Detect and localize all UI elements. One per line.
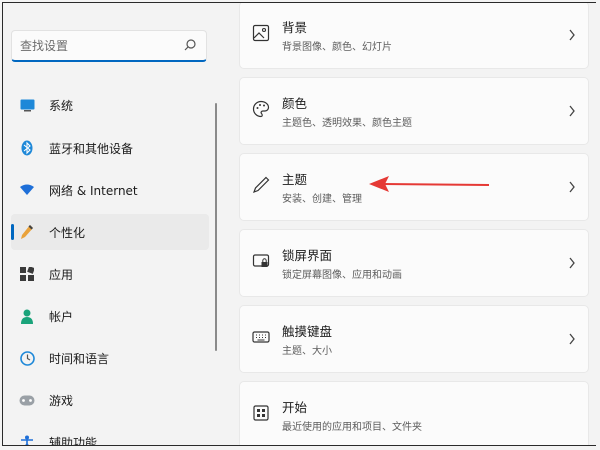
sidebar-item-label: 网络 & Internet: [49, 183, 138, 198]
card-subtitle: 主题色、透明效果、颜色主题: [282, 118, 412, 129]
card-subtitle: 主题、大小: [282, 346, 332, 357]
settings-window: 系统 蓝牙和其他设备 网络 & Internet 个性化 应用 帐户 时间和语言…: [2, 2, 596, 446]
annotation-arrow-icon: [369, 176, 490, 192]
card-title: 背景: [282, 20, 308, 35]
sidebar-item-system[interactable]: 系统: [11, 87, 209, 123]
sidebar-item-gaming[interactable]: 游戏: [11, 382, 209, 418]
wifi-icon: [20, 184, 34, 195]
sidebar-item-label: 游戏: [49, 393, 74, 408]
search-icon[interactable]: [183, 38, 197, 52]
sidebar-item-apps[interactable]: 应用: [11, 256, 209, 292]
card-subtitle: 锁定屏幕图像、应用和动画: [282, 270, 402, 281]
chevron-right-icon: [569, 181, 575, 193]
card-subtitle: 最近使用的应用和项目、文件夹: [282, 422, 422, 433]
card-colors[interactable]: 颜色 主题色、透明效果、颜色主题: [239, 77, 589, 145]
card-lock-screen[interactable]: 锁屏界面 锁定屏幕图像、应用和动画: [239, 229, 589, 297]
card-touch-keyboard[interactable]: 触摸键盘 主题、大小: [239, 305, 589, 373]
chevron-right-icon: [569, 333, 575, 345]
sidebar-item-label: 系统: [49, 98, 74, 113]
accessibility-icon: [21, 435, 33, 445]
keyboard-icon: [252, 331, 270, 343]
globe-clock-icon: [19, 350, 35, 366]
sidebar-item-personalization[interactable]: 个性化: [11, 214, 209, 250]
card-subtitle: 背景图像、颜色、幻灯片: [282, 42, 392, 53]
card-title: 锁屏界面: [282, 248, 333, 263]
card-title: 触摸键盘: [282, 324, 333, 339]
chevron-right-icon: [569, 105, 575, 117]
active-indicator: [11, 224, 14, 240]
image-icon: [252, 24, 270, 42]
search-input[interactable]: [20, 37, 170, 55]
card-subtitle: 安装、创建、管理: [282, 194, 362, 205]
sidebar-item-bluetooth[interactable]: 蓝牙和其他设备: [11, 130, 209, 166]
sidebar-item-label: 辅助功能: [49, 435, 98, 446]
bluetooth-icon: [21, 140, 33, 156]
sidebar-item-label: 帐户: [49, 309, 74, 324]
apps-icon: [20, 267, 34, 281]
card-start[interactable]: 开始 最近使用的应用和项目、文件夹: [239, 381, 589, 445]
sidebar-item-label: 个性化: [49, 225, 86, 240]
chevron-right-icon: [569, 29, 575, 41]
monitor-icon: [20, 99, 34, 111]
sidebar-item-label: 应用: [49, 267, 74, 282]
brush-icon: [252, 176, 270, 194]
sidebar-item-label: 蓝牙和其他设备: [49, 141, 134, 156]
sidebar-item-accounts[interactable]: 帐户: [11, 298, 209, 334]
sidebar-item-time-language[interactable]: 时间和语言: [11, 340, 209, 376]
gamepad-icon: [19, 395, 35, 405]
sidebar-item-label: 时间和语言: [49, 351, 110, 366]
card-title: 开始: [282, 400, 308, 415]
chevron-right-icon: [569, 257, 575, 269]
start-icon: [253, 405, 269, 421]
sidebar-item-network[interactable]: 网络 & Internet: [11, 172, 209, 208]
card-background[interactable]: 背景 背景图像、颜色、幻灯片: [239, 3, 589, 69]
card-title: 主题: [282, 172, 308, 187]
palette-icon: [252, 100, 270, 118]
search-box[interactable]: [11, 30, 207, 62]
pen-icon: [21, 225, 33, 239]
lock-screen-icon: [252, 254, 270, 267]
sidebar-item-accessibility[interactable]: 辅助功能: [11, 424, 209, 446]
sidebar-scrollbar[interactable]: [215, 103, 217, 351]
person-icon: [21, 309, 33, 324]
card-title: 颜色: [282, 96, 308, 111]
